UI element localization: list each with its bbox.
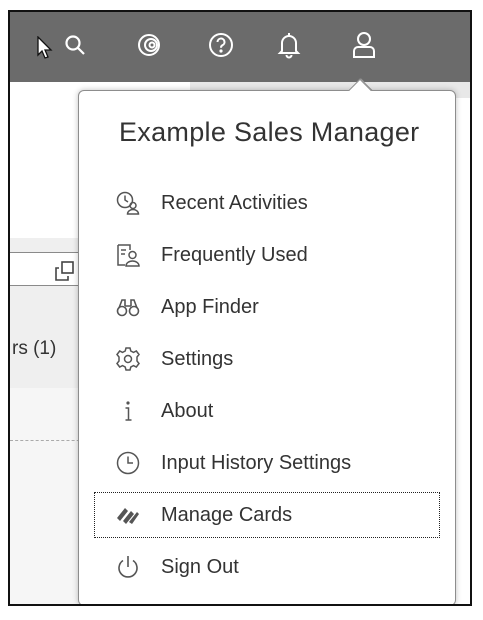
shell-bar — [10, 12, 470, 82]
user-icon[interactable] — [347, 28, 381, 62]
menu-item-app-finder[interactable]: App Finder — [79, 281, 455, 333]
menu-item-label: Input History Settings — [161, 451, 352, 474]
background-input-field[interactable] — [10, 252, 88, 286]
menu-item-label: About — [161, 399, 214, 422]
user-menu-list: Recent Activities Frequently Used App Fi… — [79, 177, 455, 593]
user-name-title: Example Sales Manager — [119, 117, 420, 147]
cursor-icon — [36, 36, 54, 60]
power-icon — [115, 554, 141, 580]
menu-item-settings[interactable]: Settings — [79, 333, 455, 385]
menu-item-recent-activities[interactable]: Recent Activities — [79, 177, 455, 229]
search-icon[interactable] — [58, 28, 92, 62]
cards-icon — [115, 502, 141, 528]
info-icon — [115, 398, 141, 424]
help-icon[interactable] — [204, 28, 238, 62]
frequently-used-icon — [115, 242, 141, 268]
menu-item-about[interactable]: About — [79, 385, 455, 437]
notifications-icon[interactable] — [272, 28, 306, 62]
menu-item-label: Settings — [161, 347, 234, 370]
recent-activities-icon — [115, 190, 141, 216]
menu-item-manage-cards[interactable]: Manage Cards — [91, 489, 443, 541]
menu-item-label: Recent Activities — [161, 191, 308, 214]
background-tab-label[interactable]: rs (1) — [12, 338, 56, 360]
app-frame: rs (1) Example Sales Manager Recent Acti… — [8, 10, 472, 606]
gear-icon — [115, 346, 141, 372]
menu-item-label: Manage Cards — [161, 503, 293, 526]
menu-item-input-history-settings[interactable]: Input History Settings — [79, 437, 455, 489]
user-menu-popover: Example Sales Manager Recent Activities — [78, 78, 456, 604]
menu-item-label: Sign Out — [161, 555, 239, 578]
clock-icon — [115, 450, 141, 476]
menu-item-label: App Finder — [161, 295, 259, 318]
copilot-icon[interactable] — [132, 28, 166, 62]
open-in-new-icon[interactable] — [54, 260, 76, 287]
menu-item-frequently-used[interactable]: Frequently Used — [79, 229, 455, 281]
menu-item-label: Frequently Used — [161, 243, 308, 266]
menu-item-sign-out[interactable]: Sign Out — [79, 541, 455, 593]
binoculars-icon — [115, 294, 141, 320]
